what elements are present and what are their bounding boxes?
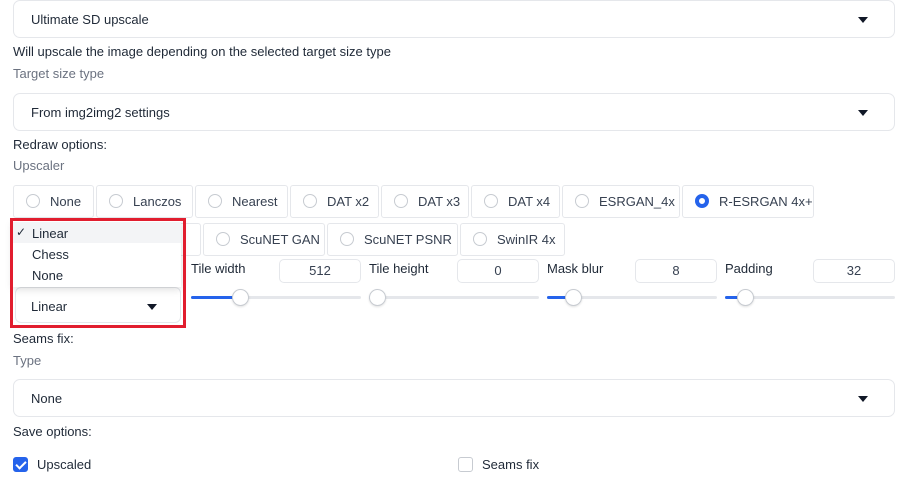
- redraw-type-options-list: ✓ Linear Chess None: [13, 221, 181, 287]
- upscaler-option-label: Nearest: [232, 194, 278, 209]
- radio-circle: [473, 232, 487, 246]
- tile-height-slider-thumb[interactable]: [369, 289, 386, 306]
- upscaler-option-label: None: [50, 194, 82, 209]
- tile-width-input[interactable]: 512: [279, 259, 361, 283]
- redraw-type-option-none[interactable]: None: [13, 264, 181, 285]
- chevron-down-icon: [147, 304, 157, 310]
- redraw-type-value: Linear: [31, 299, 68, 314]
- redraw-options-label: Redraw options:: [13, 137, 107, 152]
- target-size-type-label: Target size type: [13, 66, 105, 81]
- upscaler-option-dat-x2[interactable]: DAT x2: [290, 185, 379, 218]
- check-icon: [15, 458, 27, 470]
- upscaler-option-scunet-gan[interactable]: ScuNET GAN: [203, 223, 325, 256]
- upscaler-option-label: ScuNET PSNR: [364, 232, 452, 247]
- seams-fix-save-checkbox[interactable]: [458, 457, 473, 472]
- upscaler-option-dat-x4[interactable]: DAT x4: [471, 185, 560, 218]
- radio-circle-checked: [695, 194, 709, 208]
- radio-circle: [216, 232, 230, 246]
- upscaler-option-r-esrgan-4x-plus[interactable]: R-ESRGAN 4x+: [682, 185, 814, 218]
- seams-fix-save-label: Seams fix: [482, 457, 540, 472]
- tile-width-slider-thumb[interactable]: [232, 289, 249, 306]
- tile-width-label: Tile width: [191, 261, 246, 276]
- upscaler-option-label: Lanczos: [133, 194, 182, 209]
- script-description: Will upscale the image depending on the …: [13, 44, 391, 59]
- script-select-value: Ultimate SD upscale: [31, 12, 149, 27]
- upscaled-label: Upscaled: [37, 457, 92, 472]
- tile-height-input[interactable]: 0: [457, 259, 539, 283]
- upscaler-option-label: ESRGAN_4x: [599, 194, 675, 209]
- target-size-type-dropdown[interactable]: From img2img2 settings: [13, 93, 895, 131]
- tile-height-label: Tile height: [369, 261, 429, 276]
- upscaler-option-label: DAT x4: [508, 194, 551, 209]
- seams-fix-type-value: None: [31, 391, 63, 406]
- upscaler-option-dat-x3[interactable]: DAT x3: [381, 185, 469, 218]
- radio-circle: [394, 194, 408, 208]
- script-select-dropdown[interactable]: Ultimate SD upscale: [13, 0, 895, 38]
- upscaler-option-label: DAT x3: [418, 194, 461, 209]
- target-size-type-value: From img2img2 settings: [31, 105, 170, 120]
- save-options-label: Save options:: [13, 424, 92, 439]
- mask-blur-slider-thumb[interactable]: [565, 289, 582, 306]
- mask-blur-input[interactable]: 8: [635, 259, 717, 283]
- radio-circle: [484, 194, 498, 208]
- upscaler-option-label: SwinIR 4x: [497, 232, 556, 247]
- upscaler-option-esrgan-4x[interactable]: ESRGAN_4x: [562, 185, 680, 218]
- seams-fix-type-dropdown[interactable]: None: [13, 379, 895, 417]
- radio-circle: [208, 194, 222, 208]
- tile-height-slider[interactable]: [369, 296, 539, 299]
- redraw-type-option-chess[interactable]: Chess: [13, 243, 181, 264]
- upscaler-option-label: ScuNET GAN: [240, 232, 320, 247]
- radio-circle: [303, 194, 317, 208]
- radio-circle: [26, 194, 40, 208]
- chevron-down-icon: [858, 110, 868, 116]
- upscaler-option-label: R-ESRGAN 4x+: [719, 194, 813, 209]
- redraw-type-option-label: Chess: [32, 247, 69, 262]
- radio-circle: [340, 232, 354, 246]
- redraw-type-option-linear[interactable]: ✓ Linear: [13, 222, 181, 243]
- redraw-type-dropdown[interactable]: Linear: [15, 287, 181, 323]
- chevron-down-icon: [858, 17, 868, 23]
- radio-circle: [575, 194, 589, 208]
- redraw-type-option-label: Linear: [32, 226, 69, 241]
- upscaler-option-swinir-4x[interactable]: SwinIR 4x: [460, 223, 565, 256]
- upscaler-option-lanczos[interactable]: Lanczos: [96, 185, 193, 218]
- padding-label: Padding: [725, 261, 773, 276]
- seams-fix-label: Seams fix:: [13, 331, 74, 346]
- upscaler-label: Upscaler: [13, 158, 65, 173]
- upscaler-option-scunet-psnr[interactable]: ScuNET PSNR: [327, 223, 458, 256]
- seams-fix-type-label: Type: [13, 353, 42, 368]
- padding-slider-thumb[interactable]: [737, 289, 754, 306]
- upscaler-option-none[interactable]: None: [13, 185, 94, 218]
- radio-circle: [109, 194, 123, 208]
- redraw-type-option-label: None: [32, 268, 64, 283]
- mask-blur-label: Mask blur: [547, 261, 604, 276]
- upscaler-option-nearest[interactable]: Nearest: [195, 185, 288, 218]
- chevron-down-icon: [858, 396, 868, 402]
- upscaled-checkbox[interactable]: [13, 457, 28, 472]
- upscaler-option-label: DAT x2: [327, 194, 370, 209]
- checkmark-icon: ✓: [16, 225, 27, 239]
- padding-input[interactable]: 32: [813, 259, 895, 283]
